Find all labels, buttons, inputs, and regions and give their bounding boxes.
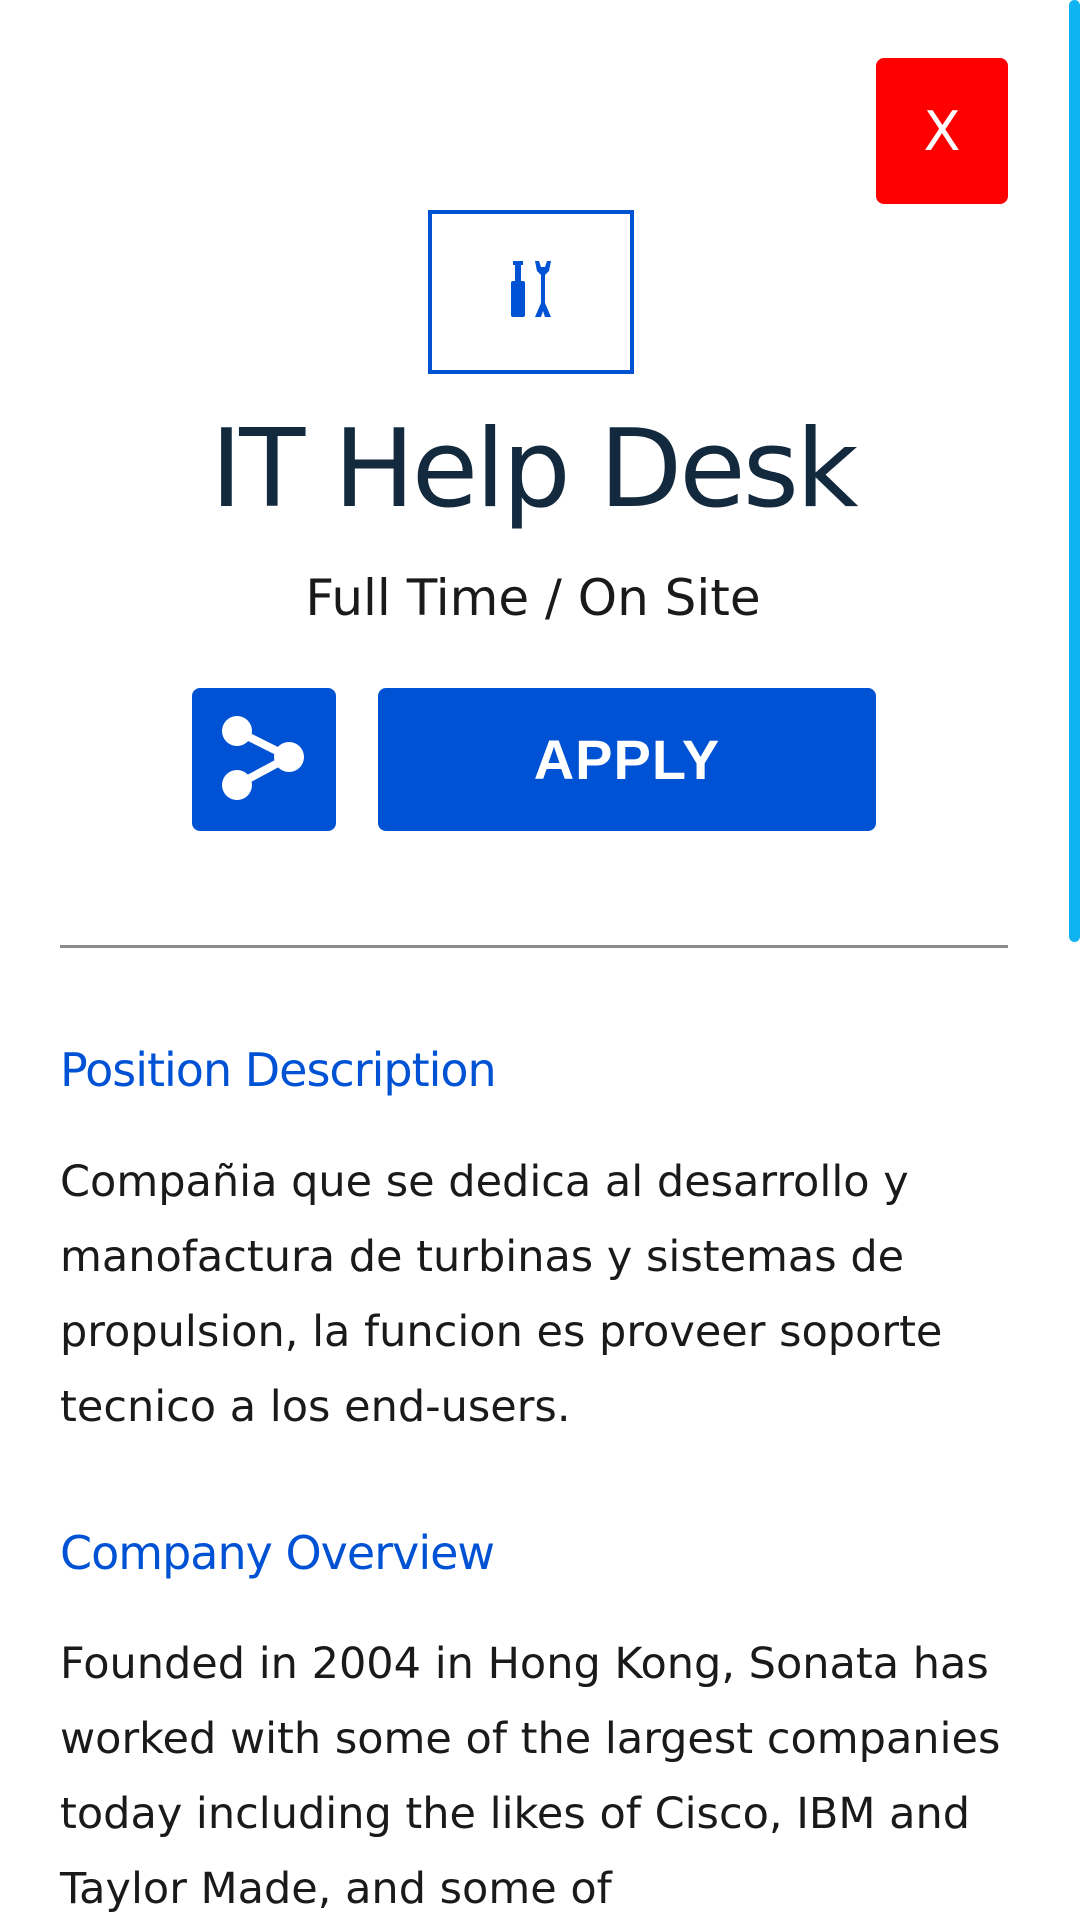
close-label: X xyxy=(923,99,961,163)
position-description-text: Compañia que se dedica al desarrollo y m… xyxy=(60,1157,943,1432)
job-detail-page: X IT Help Desk Full Time / On Site APPLY… xyxy=(0,0,1080,1920)
apply-label: APPLY xyxy=(533,728,721,791)
company-overview-heading: Company Overview xyxy=(60,1526,495,1580)
tools-icon xyxy=(505,259,557,325)
company-overview-text: Founded in 2004 in Hong Kong, Sonata has… xyxy=(60,1639,1001,1914)
job-icon-frame xyxy=(428,210,634,374)
close-button[interactable]: X xyxy=(876,58,1008,204)
job-title: IT Help Desk xyxy=(210,407,858,532)
scrollbar-thumb[interactable] xyxy=(1069,0,1080,942)
divider xyxy=(60,945,1008,948)
position-description-heading: Position Description xyxy=(60,1043,497,1097)
job-type: Full Time / On Site xyxy=(305,569,761,627)
share-icon xyxy=(219,713,309,807)
share-button[interactable] xyxy=(192,688,336,831)
apply-button[interactable]: APPLY xyxy=(378,688,876,831)
